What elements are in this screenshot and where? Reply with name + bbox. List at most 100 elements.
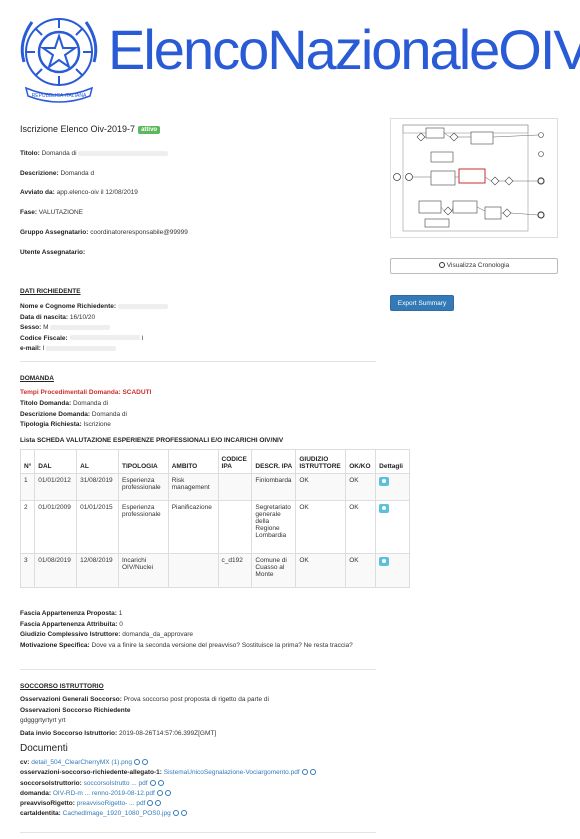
table-cell: OK xyxy=(295,473,347,501)
table-cell xyxy=(167,553,219,588)
column-header: GIUDIZIO ISTRUTTORE xyxy=(295,449,347,474)
process-title-text: Iscrizione Elenco Oiv-2019-7 xyxy=(20,124,136,134)
column-header: OK/KO xyxy=(345,449,377,474)
field-label: Utente Assegnatario: xyxy=(20,249,86,256)
column-header: N° xyxy=(19,449,36,474)
field-label: Titolo: xyxy=(20,150,40,157)
clock-icon xyxy=(438,262,445,268)
column-header: AL xyxy=(76,449,119,474)
table-cell: 12/08/2019 xyxy=(76,553,119,588)
documenti-list: cv: detail_504_ClearCherryMX (1).png oss… xyxy=(20,758,380,820)
visualizza-cronologia-button[interactable]: Visualizza Cronologia xyxy=(390,258,558,274)
export-summary-button[interactable]: Export Summary xyxy=(390,295,454,311)
section-title-domanda: DOMANDA xyxy=(20,375,54,382)
view-details-icon[interactable] xyxy=(379,504,390,513)
field-osservazioni-richiedente-value: gdgggrtyrtyrt yrt xyxy=(20,717,66,724)
domanda-fields: Titolo Domanda: Domanda di Descrizione D… xyxy=(20,399,127,431)
documenti-title: Documenti xyxy=(20,743,68,754)
field-osservazioni-richiedente-label: Osservazioni Soccorso Richiedente xyxy=(20,706,131,714)
field-motivazione: Motivazione Specifica: Dove va a finire … xyxy=(20,641,353,649)
history-icon[interactable] xyxy=(134,759,141,765)
document-link[interactable]: preavvisoRigetto- ... pdf xyxy=(77,800,146,807)
table-cell: OK xyxy=(345,553,377,588)
field-fascia-proposta: Fascia Appartenenza Proposta: 1 xyxy=(20,610,123,617)
site-brand-title: ElencoNazionaleOIV xyxy=(108,18,580,81)
field-value: VALUTAZIONE xyxy=(38,209,83,216)
field-descrizione: Descrizione: Domanda d xyxy=(20,170,94,178)
field-label: Gruppo Assegnatario: xyxy=(20,229,89,236)
column-header: TIPOLOGIA xyxy=(117,449,169,474)
process-title: Iscrizione Elenco Oiv-2019-7 attivo xyxy=(20,124,161,134)
field-email: e-mail: I xyxy=(20,344,168,355)
column-header: DESCR. IPA xyxy=(251,449,297,474)
history-icon[interactable] xyxy=(149,779,156,786)
table-cell: 01/01/2015 xyxy=(76,500,119,554)
table-cell: Finlombarda xyxy=(251,473,297,501)
gear-icon[interactable] xyxy=(157,779,164,786)
document-link[interactable]: CachedImage_1920_1080_POS0.jpg xyxy=(63,810,171,817)
richiedente-fields: Nome e Cognome Richiedente: Data di nasc… xyxy=(20,302,168,355)
document-link[interactable]: OIV-RD-m ... renno-2019-08-12.pdf xyxy=(53,790,155,797)
column-header: CODICE IPA xyxy=(217,449,253,474)
gear-icon[interactable] xyxy=(142,759,149,765)
divider xyxy=(20,361,376,362)
table-row: 3 01/08/2019 12/08/2019 Incarichi OIV/Nucl… xyxy=(19,553,410,588)
view-details-icon[interactable] xyxy=(379,557,390,566)
history-icon[interactable] xyxy=(156,789,163,796)
document-item: cv: detail_504_ClearCherryMX (1).png xyxy=(20,758,380,768)
field-data-nascita: Data di nascita: 16/10/20 xyxy=(20,313,96,321)
history-icon[interactable] xyxy=(172,810,179,817)
table-cell: Pianificazione xyxy=(167,500,219,554)
table-cell xyxy=(375,473,410,501)
history-icon[interactable] xyxy=(301,769,308,776)
table-cell: 01/01/2012 xyxy=(34,473,78,501)
history-icon[interactable] xyxy=(147,800,154,807)
emblem-ribbon-text: REPUBBLICA ITALIANA xyxy=(32,93,87,99)
table-cell: OK xyxy=(295,553,347,588)
table-cell: OK xyxy=(345,500,377,554)
field-avviato-da: Avviato da: app.elenco-oiv il 12/08/2019 xyxy=(20,189,138,197)
document-link[interactable]: detail_504_ClearCherryMX (1).png xyxy=(31,759,132,766)
view-details-icon[interactable] xyxy=(379,477,390,486)
document-item: preavvisoRigetto: preavvisoRigetto- ... … xyxy=(20,799,380,809)
document-item: domanda: OIV-RD-m ... renno-2019-08-12.p… xyxy=(20,789,380,799)
table-cell: c_d192 xyxy=(217,553,253,588)
field-codice-fiscale: Codice Fiscale: I xyxy=(20,334,144,342)
field-value: Domanda d xyxy=(60,170,95,177)
column-header: DAL xyxy=(34,449,78,474)
gear-icon[interactable] xyxy=(180,810,187,817)
table-cell: OK xyxy=(295,500,347,554)
field-value: coordinatoreresponsabile@99999 xyxy=(90,229,188,236)
field-titolo-domanda: Titolo Domanda: Domanda di xyxy=(20,400,109,407)
field-sesso: Sesso: M xyxy=(20,323,168,334)
document-item: osservazioni-soccorso-richiedente-allega… xyxy=(20,768,380,778)
field-titolo: Titolo: Domanda di xyxy=(20,150,169,158)
table-cell: 31/08/2019 xyxy=(76,473,119,501)
workflow-diagram-thumbnail[interactable] xyxy=(390,118,558,238)
table-cell xyxy=(217,500,253,554)
gear-icon[interactable] xyxy=(309,769,316,776)
gear-icon[interactable] xyxy=(164,789,171,796)
document-item: soccorsolstruttorio: soccorsoIstrutto ..… xyxy=(20,779,380,789)
table-header-row: N° DAL AL TIPOLOGIA AMBITO CODICE IPA DE… xyxy=(19,449,410,474)
repubblica-italiana-emblem-icon: REPUBBLICA ITALIANA xyxy=(14,8,104,104)
gear-icon[interactable] xyxy=(155,800,162,807)
field-label: Fase: xyxy=(20,209,37,216)
table-cell: 2 xyxy=(19,500,36,554)
document-link[interactable]: soccorsoIstrutto ... pdf xyxy=(84,780,148,787)
document-link[interactable]: SistemaUnicoSegnalazione-Vociargomento.p… xyxy=(164,769,300,776)
field-descrizione-domanda: Descrizione Domanda: Domanda di xyxy=(20,410,127,418)
esperienze-table: N° DAL AL TIPOLOGIA AMBITO CODICE IPA DE… xyxy=(19,449,410,588)
table-cell: 1 xyxy=(19,473,36,501)
field-label: Avviato da: xyxy=(20,189,55,196)
column-header: AMBITO xyxy=(167,449,219,474)
fascia-fields: Fascia Appartenenza Proposta: 1 Fascia A… xyxy=(20,609,390,651)
section-title-soccorso: SOCCORSO ISTRUTTORIO xyxy=(20,683,104,690)
field-tipologia-richiesta: Tipologia Richiesta: Iscrizione xyxy=(20,421,111,428)
table-cell: 01/01/2009 xyxy=(34,500,78,554)
field-gruppo-assegnatario: Gruppo Assegnatario: coordinatorerespons… xyxy=(20,229,188,237)
field-osservazioni-generali: Osservazioni Generali Soccorso: Prova so… xyxy=(20,696,269,703)
field-giudizio-complessivo: Giudizio Complessivo Istruttore: domanda… xyxy=(20,631,194,638)
table-cell xyxy=(375,553,410,588)
table-cell: 01/08/2019 xyxy=(34,553,78,588)
